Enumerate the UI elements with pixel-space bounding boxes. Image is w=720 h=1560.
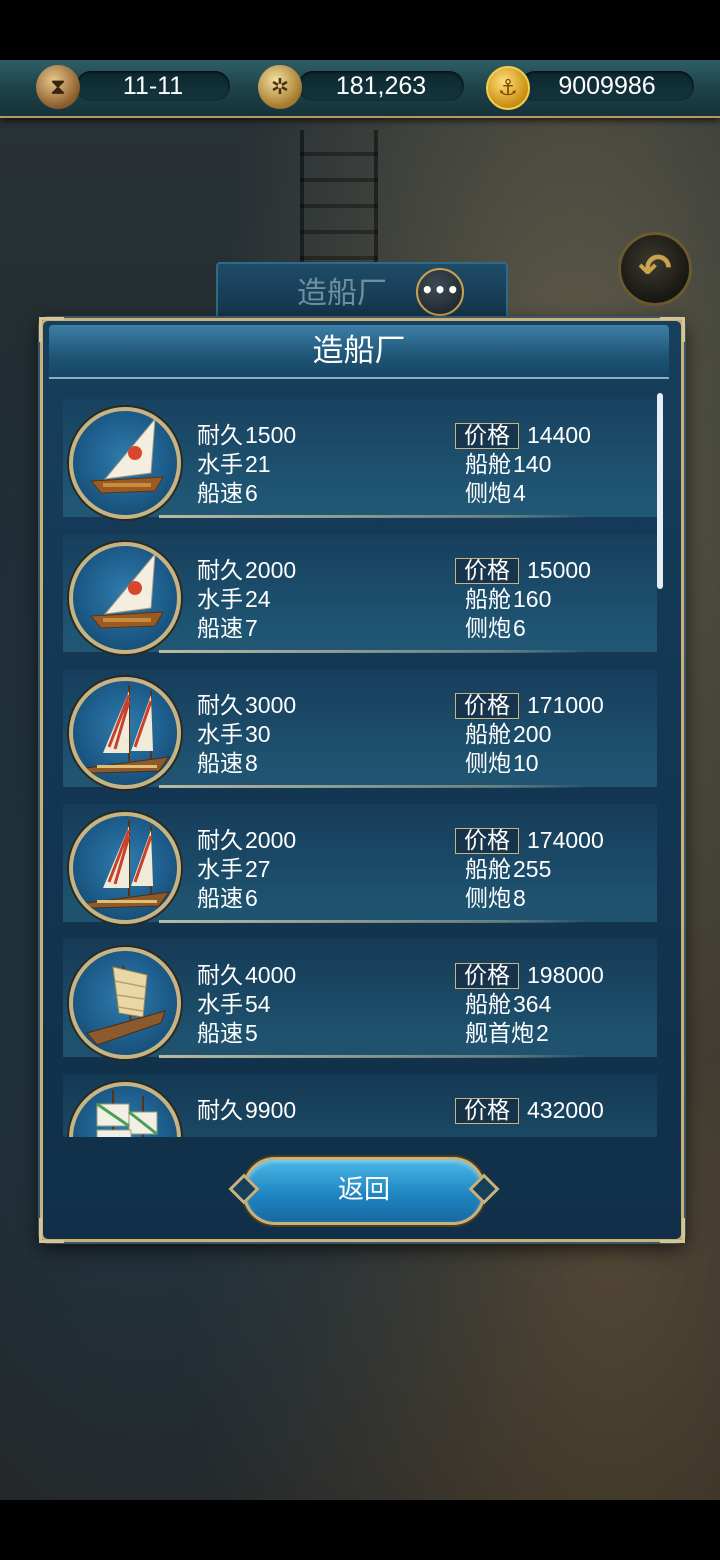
row-divider	[159, 785, 589, 788]
speed-stat: 船速6	[197, 480, 258, 507]
sailors-stat: 水手21	[197, 451, 271, 478]
price-stat: 价格 174000	[455, 826, 604, 856]
galleon-ship-icon	[96, 1090, 158, 1137]
cannon-stat: 侧炮8	[465, 885, 526, 912]
price-stat: 价格 14400	[455, 421, 591, 451]
list-scrollbar[interactable]	[657, 393, 663, 1137]
dialog-title: 造船厂	[312, 333, 406, 369]
ship-row[interactable]: 耐久3000 水手30 船速8 价格 171000 船舱200 侧炮10	[59, 663, 657, 791]
caravel-ship-icon	[78, 685, 171, 774]
speed-stat: 船速6	[197, 885, 258, 912]
cabin-stat: 船舱200	[465, 721, 552, 748]
price-stat: 价格 15000	[455, 556, 591, 586]
durability-stat: 耐久2000	[197, 557, 297, 584]
ship-portrait	[69, 677, 181, 789]
price-stat: 价格 171000	[455, 691, 604, 721]
price-tag: 价格	[455, 558, 519, 584]
ship-portrait	[69, 407, 181, 519]
junk-ship-icon	[86, 964, 166, 1046]
corner-ornament	[660, 1218, 685, 1243]
anchor-coin-icon: ⚓	[486, 66, 530, 110]
date-value: 11-11	[122, 72, 184, 100]
gold-value: 9009986	[558, 72, 656, 100]
price-tag: 价格	[455, 828, 519, 854]
sailors-stat: 水手30	[197, 721, 271, 748]
background-title-text: 造船厂	[297, 276, 387, 311]
ship-portrait	[69, 947, 181, 1059]
durability-stat: 耐久2000	[197, 827, 297, 854]
bottom-letterbox	[0, 1500, 720, 1560]
sailors-stat: 水手27	[197, 856, 271, 883]
speed-stat: 船速7	[197, 615, 258, 642]
background-panel-title: 造船厂	[216, 262, 508, 326]
lateen-ship-icon	[89, 552, 164, 629]
chat-icon[interactable]: •••	[416, 268, 464, 316]
cannon-stat: 侧炮4	[465, 480, 526, 507]
ship-row[interactable]: 耐久4000 水手54 船速5 价格 198000 船舱364 舰首炮2	[59, 933, 657, 1061]
hourglass-icon: ⧗	[36, 65, 80, 109]
price-tag: 价格	[455, 963, 519, 989]
price-stat: 价格 198000	[455, 961, 604, 991]
cannon-stat: 舰首炮2	[465, 1020, 549, 1047]
durability-stat: 耐久3000	[197, 692, 297, 719]
gold-display: 9009986	[520, 71, 694, 101]
price-stat: 价格 432000	[455, 1096, 604, 1126]
price-tag: 价格	[455, 1098, 519, 1124]
row-divider	[159, 1055, 589, 1058]
cabin-stat: 船舱160	[465, 586, 552, 613]
ship-row[interactable]: 耐久1500 水手21 船速6 价格 14400 船舱140 侧炮4	[59, 393, 657, 521]
price-tag: 价格	[455, 423, 519, 449]
ship-portrait	[69, 812, 181, 924]
lateen-ship-icon	[89, 417, 164, 494]
ship-portrait	[69, 542, 181, 654]
back-arrow-icon[interactable]: ↶	[618, 232, 692, 306]
speed-stat: 船速5	[197, 1020, 258, 1047]
ship-row[interactable]: 耐久9900 价格 432000	[59, 1068, 657, 1137]
sailors-stat: 水手54	[197, 991, 271, 1018]
durability-stat: 耐久1500	[197, 422, 297, 449]
cannon-stat: 侧炮10	[465, 750, 539, 777]
compass-icon: ✲	[258, 65, 302, 109]
cabin-stat: 船舱364	[465, 991, 552, 1018]
cabin-stat: 船舱255	[465, 856, 552, 883]
ship-row[interactable]: 耐久2000 水手27 船速6 价格 174000 船舱255 侧炮8	[59, 798, 657, 926]
row-divider	[159, 920, 589, 923]
shipyard-dialog: 造船厂 耐久1500 水手21 船速6 价格 14400 船舱140 侧炮4 耐…	[39, 317, 685, 1243]
scroll-thumb[interactable]	[657, 393, 663, 589]
cabin-stat: 船舱140	[465, 451, 552, 478]
durability-stat: 耐久9900	[197, 1097, 297, 1124]
compass-value: 181,263	[335, 72, 427, 100]
price-tag: 价格	[455, 693, 519, 719]
ship-list[interactable]: 耐久1500 水手21 船速6 价格 14400 船舱140 侧炮4 耐久2000…	[59, 393, 657, 1137]
caravel-ship-icon	[78, 820, 171, 909]
return-button[interactable]: 返回	[243, 1157, 485, 1225]
row-divider	[159, 515, 589, 518]
ship-portrait	[69, 1082, 181, 1137]
ship-row[interactable]: 耐久2000 水手24 船速7 价格 15000 船舱160 侧炮6	[59, 528, 657, 656]
resource-bar: 11-11 ⧗ 181,263 ✲ 9009986 ⚓	[0, 60, 720, 118]
cannon-stat: 侧炮6	[465, 615, 526, 642]
dialog-header: 造船厂	[49, 325, 669, 379]
durability-stat: 耐久4000	[197, 962, 297, 989]
compass-display: 181,263	[298, 71, 464, 101]
row-divider	[159, 650, 589, 653]
corner-ornament	[39, 1218, 64, 1243]
speed-stat: 船速8	[197, 750, 258, 777]
date-display: 11-11	[76, 71, 230, 101]
sailors-stat: 水手24	[197, 586, 271, 613]
